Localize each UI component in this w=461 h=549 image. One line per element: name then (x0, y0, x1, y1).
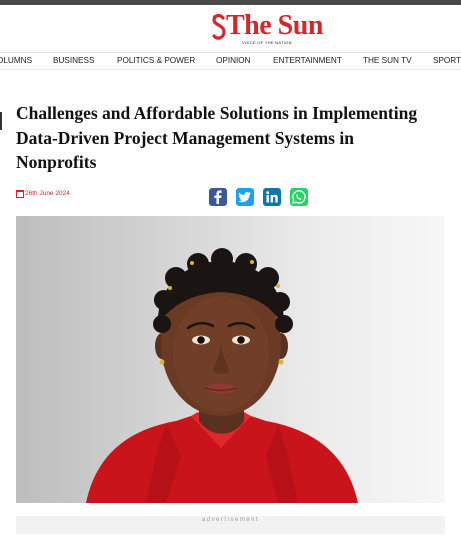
share-twitter-button[interactable] (236, 188, 254, 206)
article-photo (16, 216, 445, 503)
nav-item-politics-power[interactable]: POLITICS & POWER (117, 56, 195, 65)
facebook-icon (214, 190, 222, 204)
advertisement-slot[interactable]: advertisement (16, 516, 445, 534)
article-date-text: 26th June 2024 (25, 190, 70, 197)
calendar-icon (16, 190, 24, 198)
share-facebook-button[interactable] (209, 188, 227, 206)
nav-item-sport[interactable]: SPORT (433, 56, 461, 65)
nav-item-columns[interactable]: OLUMNS (0, 56, 32, 65)
main-nav: OLUMNS BUSINESS POLITICS & POWER OPINION… (0, 52, 461, 70)
top-bar (0, 0, 461, 5)
left-edge-mark (0, 112, 2, 130)
nav-item-the-sun-tv[interactable]: THE SUN TV (363, 56, 412, 65)
nav-item-opinion[interactable]: OPINION (216, 56, 251, 65)
whatsapp-icon (291, 190, 306, 204)
portrait-illustration (86, 248, 358, 503)
article-headline: Challenges and Affordable Solutions in I… (16, 103, 418, 172)
share-linkedin-button[interactable] (263, 188, 281, 206)
advertisement-label: advertisement (201, 517, 260, 523)
logo-sun-mark-icon (212, 13, 226, 40)
nav-item-entertainment[interactable]: ENTERTAINMENT (273, 56, 342, 65)
logo-text: The Sun (226, 10, 323, 41)
linkedin-icon (266, 191, 278, 203)
share-whatsapp-button[interactable] (290, 188, 308, 206)
article-date: 26th June 2024 (16, 189, 70, 199)
twitter-icon (238, 192, 251, 203)
logo-tagline: VOICE OF THE NATION (242, 40, 292, 45)
nav-item-business[interactable]: BUSINESS (53, 56, 94, 65)
site-logo[interactable]: The Sun VOICE OF THE NATION (212, 11, 323, 46)
